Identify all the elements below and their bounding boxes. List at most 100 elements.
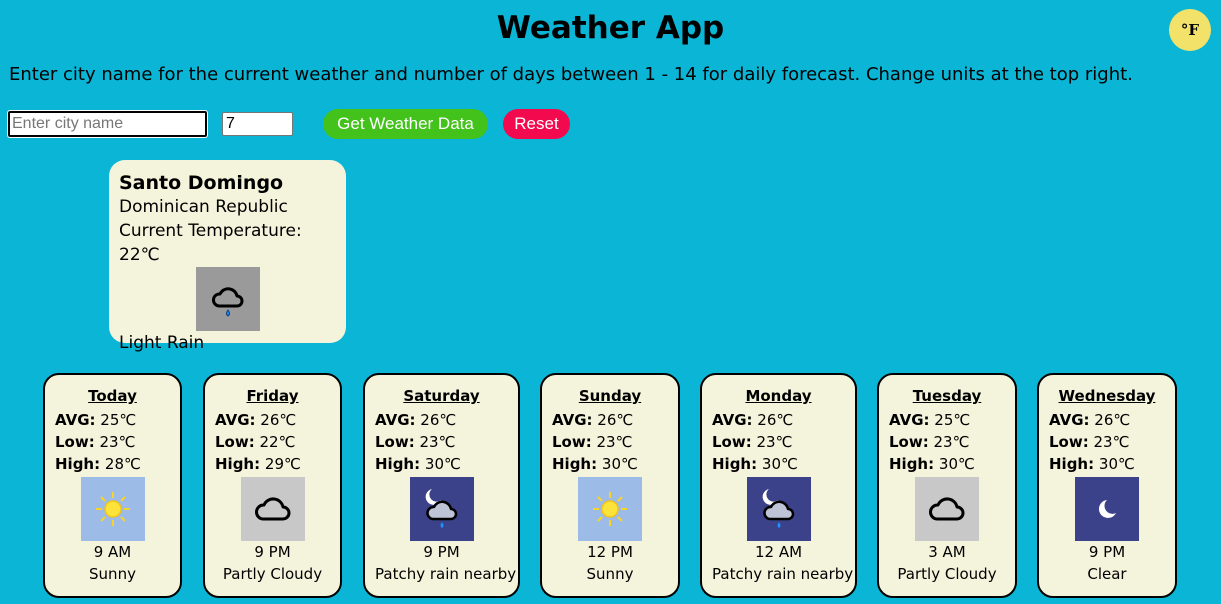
forecast-day: Today — [88, 387, 137, 405]
forecast-low: Low: 23℃ — [712, 431, 845, 453]
forecast-card: Monday AVG: 26℃ Low: 23℃ High: 30℃ 12 AM Patc… — [700, 373, 857, 598]
forecast-time: 9 PM — [254, 543, 291, 561]
high-label: High: — [1049, 455, 1095, 473]
current-temperature: Current Temperature: 22℃ — [119, 219, 336, 267]
forecast-high: High: 28℃ — [55, 453, 170, 475]
forecast-high: High: 30℃ — [889, 453, 1005, 475]
forecast-time: 9 PM — [1088, 543, 1126, 561]
forecast-day: Friday — [246, 387, 299, 405]
forecast-time: 12 PM — [587, 543, 633, 561]
days-input[interactable] — [222, 112, 293, 136]
avg-label: AVG: — [712, 411, 753, 429]
avg-value: 26℃ — [1094, 411, 1131, 429]
forecast-avg: AVG: 25℃ — [55, 409, 170, 431]
city-input[interactable] — [7, 110, 208, 138]
low-label: Low: — [712, 433, 752, 451]
avg-label: AVG: — [55, 411, 96, 429]
forecast-avg: AVG: 26℃ — [1049, 409, 1165, 431]
high-value: 30℃ — [601, 455, 638, 473]
forecast-low: Low: 23℃ — [552, 431, 668, 453]
forecast-card: Saturday AVG: 26℃ Low: 23℃ High: 30℃ 9 PM Pat… — [363, 373, 520, 598]
low-value: 23℃ — [419, 433, 456, 451]
get-weather-button[interactable]: Get Weather Data — [323, 109, 488, 139]
avg-value: 26℃ — [757, 411, 794, 429]
high-label: High: — [215, 455, 261, 473]
forecast-high: High: 30℃ — [712, 453, 845, 475]
forecast-day: Sunday — [578, 387, 642, 405]
cloud-icon — [240, 477, 305, 541]
current-temp-value: 22℃ — [119, 245, 160, 265]
forecast-avg: AVG: 25℃ — [889, 409, 1005, 431]
forecast-condition: Patchy rain nearby — [712, 565, 854, 583]
high-value: 30℃ — [1098, 455, 1135, 473]
page-title: Weather App — [496, 10, 725, 46]
forecast-day: Tuesday — [912, 387, 982, 405]
low-label: Low: — [889, 433, 929, 451]
avg-label: AVG: — [375, 411, 416, 429]
low-label: Low: — [375, 433, 415, 451]
forecast-condition: Sunny — [89, 565, 136, 583]
low-value: 23℃ — [756, 433, 793, 451]
high-label: High: — [375, 455, 421, 473]
forecast-low: Low: 23℃ — [1049, 431, 1165, 453]
forecast-low: Low: 22℃ — [215, 431, 330, 453]
high-value: 28℃ — [104, 455, 141, 473]
avg-label: AVG: — [889, 411, 930, 429]
moon-icon — [1075, 477, 1139, 541]
high-label: High: — [55, 455, 101, 473]
sun-icon — [578, 477, 642, 541]
forecast-avg: AVG: 26℃ — [375, 409, 508, 431]
high-label: High: — [712, 455, 758, 473]
forecast-avg: AVG: 26℃ — [552, 409, 668, 431]
high-value: 30℃ — [761, 455, 798, 473]
forecast-time: 9 PM — [423, 543, 460, 561]
current-temp-label: Current Temperature: — [119, 221, 302, 241]
high-value: 29℃ — [264, 455, 301, 473]
forecast-high: High: 30℃ — [552, 453, 668, 475]
low-value: 23℃ — [1093, 433, 1130, 451]
low-value: 23℃ — [596, 433, 633, 451]
forecast-day: Monday — [745, 387, 812, 405]
reset-button[interactable]: Reset — [503, 109, 570, 139]
current-weather-card: Santo Domingo Dominican Republic Current… — [109, 160, 346, 353]
moon-cloud-rain-icon — [409, 477, 474, 541]
forecast-day: Wednesday — [1058, 387, 1156, 405]
avg-label: AVG: — [552, 411, 593, 429]
low-value: 22℃ — [259, 433, 296, 451]
high-label: High: — [889, 455, 935, 473]
forecast-high: High: 30℃ — [375, 453, 508, 475]
moon-cloud-rain-icon — [746, 477, 811, 541]
low-value: 23℃ — [99, 433, 136, 451]
forecast-time: 12 AM — [754, 543, 803, 561]
forecast-card: Friday AVG: 26℃ Low: 22℃ High: 29℃ 9 PM Partl… — [203, 373, 342, 598]
forecast-high: High: 29℃ — [215, 453, 330, 475]
cloud-rain-icon — [195, 267, 260, 331]
avg-value: 26℃ — [420, 411, 457, 429]
low-label: Low: — [1049, 433, 1089, 451]
forecast-avg: AVG: 26℃ — [712, 409, 845, 431]
instructions-text: Enter city name for the current weather … — [9, 64, 1133, 85]
avg-value: 25℃ — [100, 411, 137, 429]
forecast-low: Low: 23℃ — [55, 431, 170, 453]
low-label: Low: — [215, 433, 255, 451]
forecast-low: Low: 23℃ — [375, 431, 508, 453]
forecast-condition: Partly Cloudy — [897, 565, 997, 583]
avg-value: 25℃ — [934, 411, 971, 429]
forecast-card: Today AVG: 25℃ Low: 23℃ High: 28℃ 9 AM Sunny — [43, 373, 182, 598]
unit-toggle-button[interactable]: °F — [1169, 9, 1211, 51]
forecast-low: Low: 23℃ — [889, 431, 1005, 453]
forecast-time: 3 AM — [928, 543, 966, 561]
high-label: High: — [552, 455, 598, 473]
forecast-condition: Partly Cloudy — [222, 565, 323, 583]
sun-icon — [80, 477, 145, 541]
avg-value: 26℃ — [597, 411, 634, 429]
low-value: 23℃ — [933, 433, 970, 451]
forecast-condition: Clear — [1087, 565, 1127, 583]
avg-label: AVG: — [1049, 411, 1090, 429]
low-label: Low: — [552, 433, 592, 451]
high-value: 30℃ — [424, 455, 461, 473]
forecast-condition: Sunny — [586, 565, 634, 583]
low-label: Low: — [55, 433, 95, 451]
avg-label: AVG: — [215, 411, 256, 429]
forecast-high: High: 30℃ — [1049, 453, 1165, 475]
